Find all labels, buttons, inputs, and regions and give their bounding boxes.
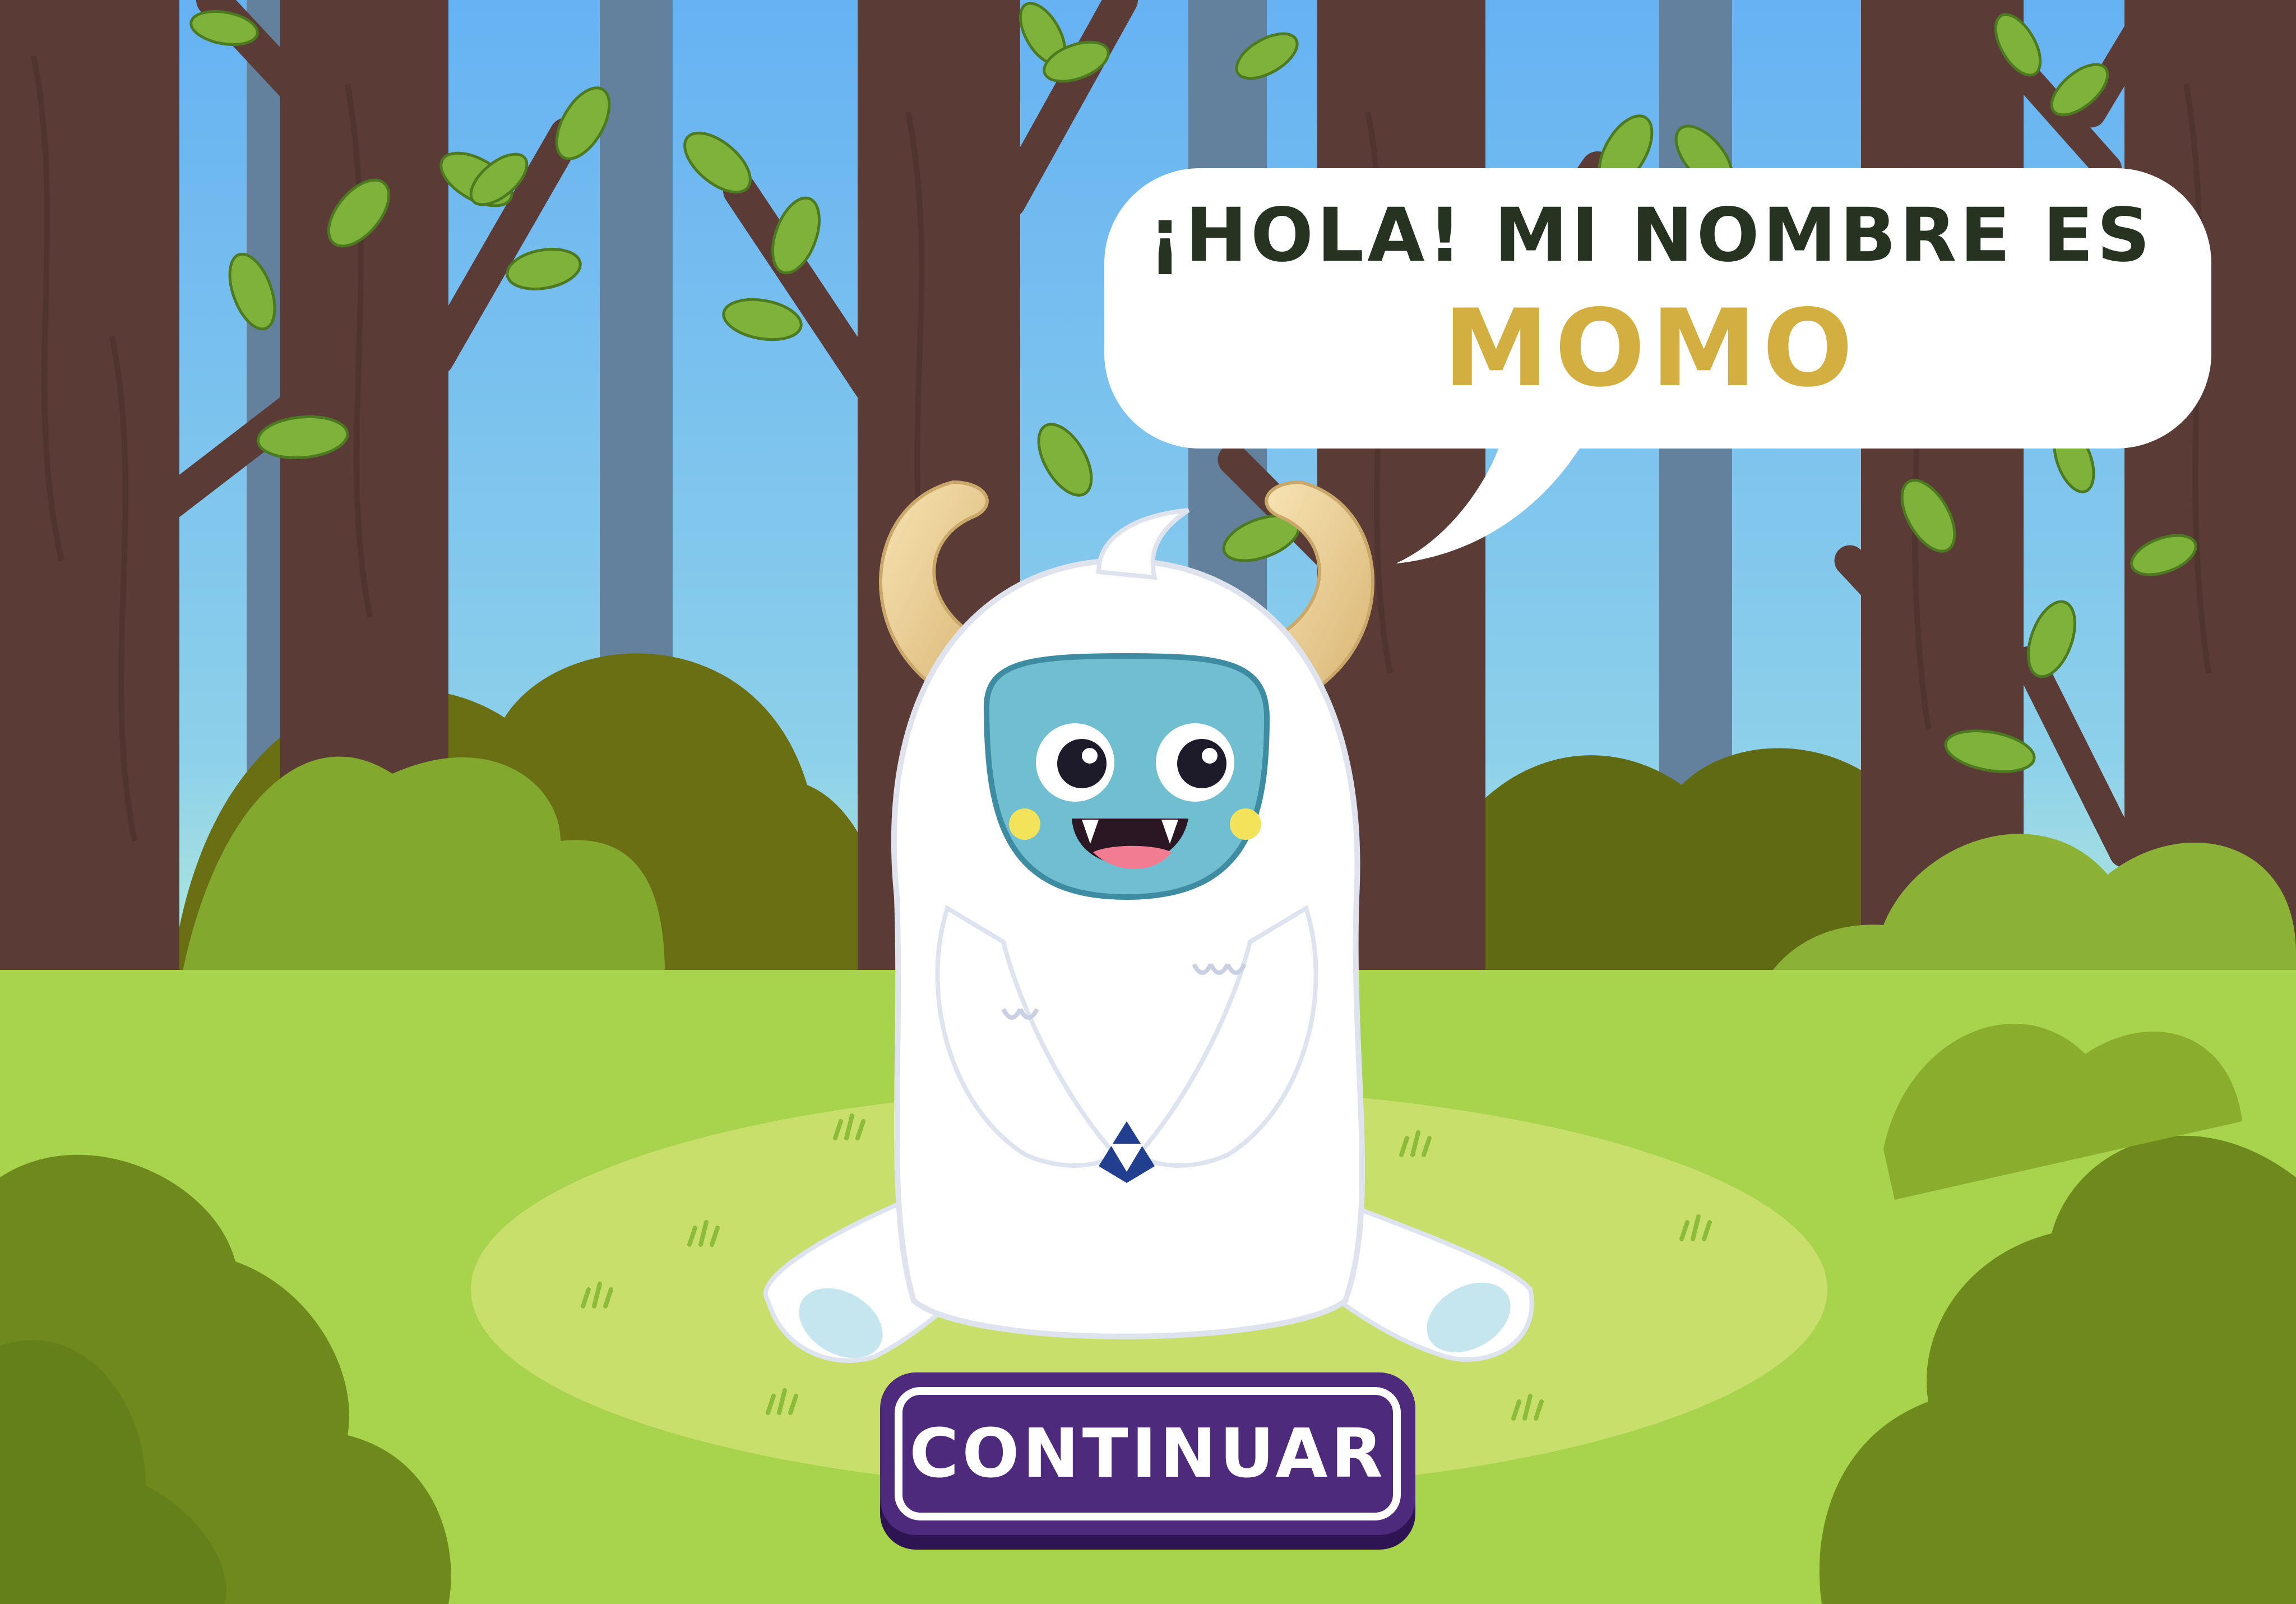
greeting-text: ¡HOLA! MI NOMBRE ES	[1148, 192, 2154, 279]
game-scene: ¡HOLA! MI NOMBRE ES MOMO CONTINUAR	[0, 0, 2296, 1604]
character-name: MOMO	[1443, 286, 1859, 411]
speech-bubble-text: ¡HOLA! MI NOMBRE ES MOMO	[1104, 185, 2197, 420]
continue-button-label: CONTINUAR	[909, 1415, 1386, 1493]
continue-button[interactable]: CONTINUAR	[880, 1372, 1415, 1535]
